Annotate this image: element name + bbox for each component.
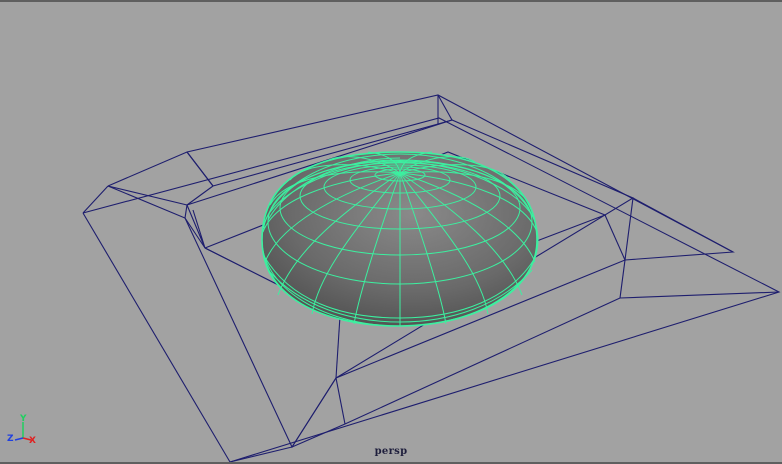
perspective-viewport[interactable]: Y X Z persp [0, 0, 782, 464]
axis-y-label: Y [20, 414, 27, 424]
camera-name-label: persp [374, 446, 408, 457]
tray-base-left [82, 212, 231, 463]
axis-z-label: Z [7, 434, 14, 444]
scene-canvas[interactable] [0, 0, 782, 464]
hemisphere-mesh[interactable] [261, 151, 539, 327]
axis-x-label: X [29, 436, 36, 446]
axis-gizmo: Y X Z [4, 414, 44, 450]
